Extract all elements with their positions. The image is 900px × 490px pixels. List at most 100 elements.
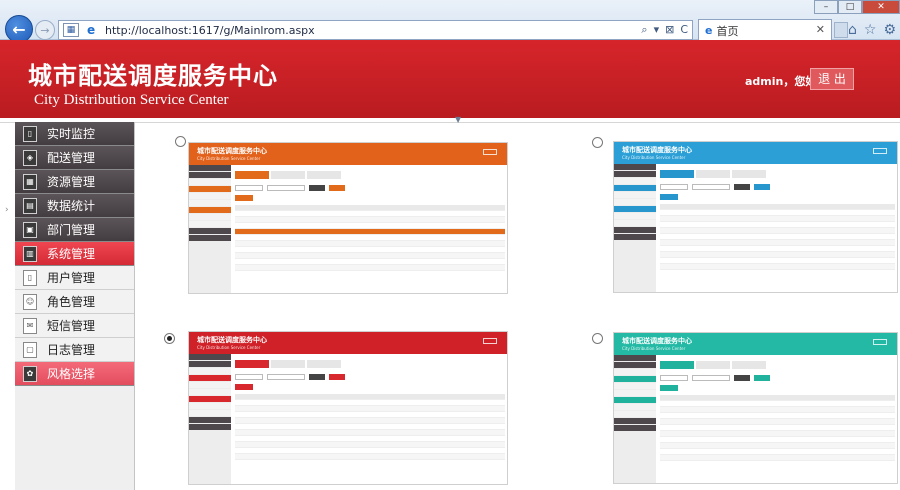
preview-sidebar-item: [189, 389, 231, 395]
site-header: 城市配送调度服务中心 City Distribution Service Cen…: [0, 40, 900, 118]
sidebar-item[interactable]: ✉ 短信管理: [15, 314, 134, 338]
preview-tab: [307, 171, 341, 179]
preview-tabs: [235, 360, 505, 369]
preview-subtitle: City Distribution Service Center: [622, 155, 686, 160]
preview-header: 城市配送调度服务中心 City Distribution Service Cent…: [614, 333, 897, 355]
sidebar-item-label: 风格选择: [47, 367, 96, 381]
sidebar-item[interactable]: ▥ 系统管理: [15, 242, 134, 266]
theme-radio-red[interactable]: [164, 333, 175, 344]
preview-sidebar-item: [614, 164, 656, 170]
preview-sidebar-item: [614, 227, 656, 233]
preview-sidebar-item: [189, 368, 231, 374]
chevron-down-icon[interactable]: ▼: [455, 115, 461, 124]
sidebar-item[interactable]: ☺ 角色管理: [15, 290, 134, 314]
sidebar-toggle-icon[interactable]: ›: [5, 205, 9, 215]
sidebar-item[interactable]: ◈ 配送管理: [15, 146, 134, 170]
preview-sidebar-item: [614, 362, 656, 368]
sidebar-item[interactable]: ▤ 数据统计: [15, 194, 134, 218]
preview-sidebar-item: [614, 418, 656, 424]
theme-icon: ✿: [23, 365, 37, 382]
theme-radio-blue[interactable]: [592, 137, 603, 148]
preview-reset-button: [754, 183, 770, 190]
preview-tab: [732, 361, 766, 369]
preview-sidebar-item: [189, 235, 231, 241]
ie-logo-icon: e: [87, 23, 96, 37]
browser-chrome: ← → ▦ e http://localhost:1617/g/Mainlrom…: [0, 0, 900, 43]
preview-sidebar-item: [189, 172, 231, 178]
address-bar[interactable]: ▦ e http://localhost:1617/g/Mainlrom.asp…: [58, 20, 693, 40]
preview-subtitle: City Distribution Service Center: [197, 156, 261, 161]
preview-add-button: [660, 385, 678, 391]
preview-sidebar-item: [189, 410, 231, 416]
dropdown-icon[interactable]: ▾: [654, 23, 660, 37]
sidebar-item[interactable]: ▦ 资源管理: [15, 170, 134, 194]
preview-main: [660, 164, 895, 292]
preview-sidebar-item: [189, 179, 231, 185]
logout-button[interactable]: 退 出: [810, 68, 854, 90]
preview-sidebar-item: [614, 411, 656, 417]
tab-close-icon[interactable]: ✕: [816, 23, 825, 36]
preview-input: [692, 374, 730, 381]
theme-radio-orange[interactable]: [175, 136, 186, 147]
preview-add-button: [660, 194, 678, 200]
new-tab-button[interactable]: [834, 22, 848, 38]
preview-sidebar-item: [614, 171, 656, 177]
preview-logout-button: [483, 338, 497, 344]
theme-preview-teal[interactable]: 城市配送调度服务中心 City Distribution Service Cent…: [613, 332, 898, 484]
preview-title: 城市配送调度服务中心: [197, 146, 267, 155]
preview-main: [235, 165, 505, 293]
preview-sidebar-item: [614, 425, 656, 431]
home-icon[interactable]: ⌂: [848, 22, 857, 38]
preview-sidebar-item: [189, 375, 231, 381]
sidebar-item[interactable]: ▯ 用户管理: [15, 266, 134, 290]
preview-sidebar-item: [189, 424, 231, 430]
theme-preview-orange[interactable]: 城市配送调度服务中心 City Distribution Service Cent…: [188, 142, 508, 294]
minimize-icon[interactable]: –: [814, 0, 838, 14]
preview-reset-button: [754, 374, 770, 381]
sidebar-item-label: 部门管理: [47, 223, 96, 237]
preview-tab: [732, 170, 766, 178]
log-icon: ▢: [23, 341, 37, 358]
compat-view-icon[interactable]: ▦: [63, 23, 79, 37]
sidebar-item[interactable]: ▣ 部门管理: [15, 218, 134, 242]
stop-icon[interactable]: ⊠: [665, 23, 674, 37]
stats-icon: ▤: [23, 197, 37, 214]
preview-sidebar-item: [614, 178, 656, 184]
settings-gear-icon[interactable]: ⚙: [883, 22, 896, 38]
sidebar: ▯ 实时监控 ◈ 配送管理 ▦ 资源管理 ▤ 数据统计 ▣ 部门管理 ▥ 系统管理 ▯ 用户管理 ☺ 角色管理…: [15, 122, 135, 490]
sidebar-item-label: 资源管理: [47, 175, 96, 189]
preview-select: [235, 184, 263, 191]
close-window-icon[interactable]: ✕: [862, 0, 900, 14]
preview-sidebar-item: [189, 207, 231, 213]
preview-sidebar-item: [614, 234, 656, 240]
browser-right-icons: ⌂ ☆ ⚙: [848, 22, 896, 38]
preview-sidebar-item: [614, 397, 656, 403]
sidebar-item[interactable]: ▢ 日志管理: [15, 338, 134, 362]
tab-ie-icon: e: [705, 24, 713, 37]
theme-preview-blue[interactable]: 城市配送调度服务中心 City Distribution Service Cent…: [613, 141, 898, 293]
preview-sidebar-item: [614, 199, 656, 205]
browser-tab[interactable]: e 首页 ✕: [698, 19, 832, 41]
sidebar-item[interactable]: ▯ 实时监控: [15, 122, 134, 146]
refresh-icon[interactable]: C: [680, 23, 688, 37]
search-icon[interactable]: ⌕: [641, 23, 647, 37]
preview-search-button: [309, 373, 325, 380]
url-text[interactable]: http://localhost:1617/g/Mainlrom.aspx: [105, 24, 315, 37]
preview-reset-button: [329, 373, 345, 380]
preview-sidebar-item: [189, 193, 231, 199]
site-subtitle: City Distribution Service Center: [34, 92, 229, 108]
sidebar-item-label: 用户管理: [47, 271, 96, 285]
favorites-icon[interactable]: ☆: [864, 22, 877, 38]
tab-title: 首页: [716, 24, 739, 38]
theme-preview-red[interactable]: 城市配送调度服务中心 City Distribution Service Cent…: [188, 331, 508, 485]
theme-radio-teal[interactable]: [592, 333, 603, 344]
header-collapse-bar[interactable]: ▼: [0, 115, 900, 124]
maximize-icon[interactable]: □: [838, 0, 862, 14]
forward-arrow-icon[interactable]: →: [35, 20, 55, 40]
back-arrow-icon[interactable]: ←: [5, 15, 33, 43]
preview-sidebar: [189, 165, 231, 293]
resource-icon: ▦: [23, 173, 37, 190]
preview-sidebar-item: [189, 361, 231, 367]
sidebar-item[interactable]: ✿ 风格选择: [15, 362, 134, 386]
preview-tab: [235, 171, 269, 179]
